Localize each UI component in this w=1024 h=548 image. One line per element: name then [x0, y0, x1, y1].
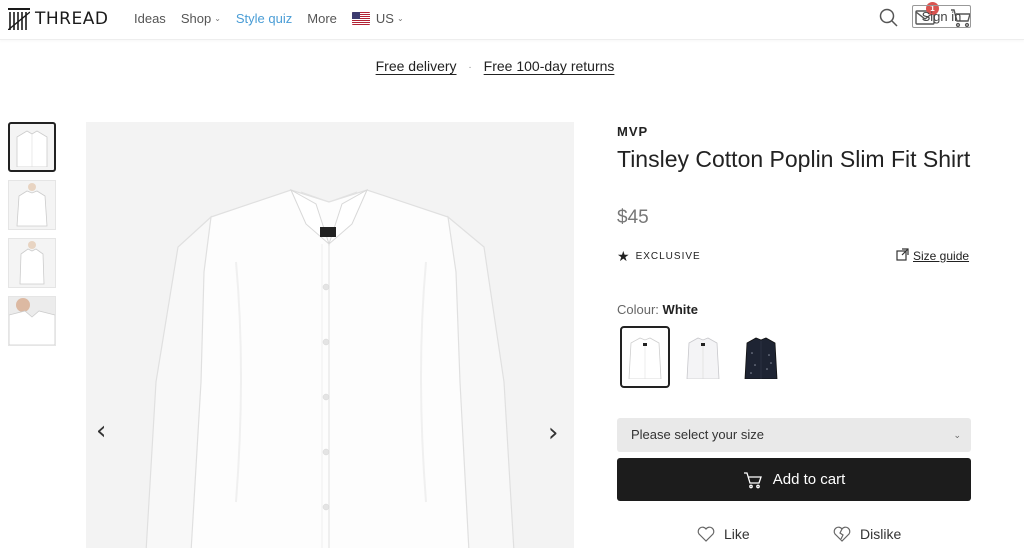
thumbnail-model-side[interactable]	[8, 238, 56, 288]
heart-icon	[697, 526, 715, 542]
dislike-label: Dislike	[860, 526, 902, 542]
chevron-right-icon[interactable]: ›	[548, 420, 558, 446]
dislike-button[interactable]: Dislike	[833, 526, 901, 542]
shirt-image	[145, 188, 515, 548]
colour-value: White	[662, 302, 698, 317]
free-returns-link[interactable]: Free 100-day returns	[484, 58, 615, 74]
search-icon[interactable]	[878, 6, 900, 28]
promo-bar: Free delivery · Free 100-day returns	[0, 58, 990, 74]
colour-swatches	[620, 326, 794, 388]
product-price: $45	[617, 207, 649, 228]
like-button[interactable]: Like	[697, 526, 750, 542]
swatch-light-grey[interactable]	[678, 326, 728, 388]
logo[interactable]: THREAD	[7, 8, 109, 31]
broken-heart-icon	[833, 526, 851, 542]
promo-separator: ·	[468, 61, 472, 73]
size-select-placeholder: Please select your size	[631, 427, 764, 442]
size-guide-link[interactable]: Size guide	[896, 248, 969, 264]
product-brand[interactable]: MVP	[617, 124, 648, 139]
add-to-cart-button[interactable]: Add to cart	[617, 458, 971, 501]
colour-label: Colour: White	[617, 302, 698, 317]
image-thumbnails	[8, 122, 56, 354]
logo-text: THREAD	[35, 9, 109, 29]
main-product-image: ‹ ›	[86, 122, 574, 548]
swatch-white[interactable]	[620, 326, 670, 388]
free-delivery-link[interactable]: Free delivery	[376, 58, 457, 74]
site-header: THREAD Ideas Shop ⌄ Style quiz More US ⌄…	[0, 0, 1024, 40]
nav-shop[interactable]: Shop ⌄	[181, 11, 221, 26]
us-flag-icon	[351, 12, 370, 25]
external-link-icon	[896, 248, 909, 264]
region-selector[interactable]: US ⌄	[351, 11, 404, 26]
chevron-down-icon: ⌄	[214, 14, 221, 23]
chevron-left-icon[interactable]: ‹	[96, 418, 106, 444]
size-guide-label: Size guide	[913, 249, 970, 263]
thumbnail-front[interactable]	[8, 122, 56, 172]
product-title: Tinsley Cotton Poplin Slim Fit Shirt	[617, 146, 971, 172]
chevron-down-icon: ⌄	[953, 430, 961, 440]
size-select[interactable]: Please select your size ⌄	[617, 418, 971, 452]
nav-more[interactable]: More	[307, 11, 337, 26]
thread-logo-icon	[7, 8, 31, 31]
colour-label-text: Colour:	[617, 302, 659, 317]
region-label: US	[375, 11, 394, 26]
star-icon: ★	[617, 248, 631, 264]
like-label: Like	[724, 526, 750, 542]
exclusive-tag: ★ EXCLUSIVE	[617, 248, 701, 265]
nav-style-quiz[interactable]: Style quiz	[236, 11, 292, 26]
chevron-down-icon: ⌄	[396, 14, 404, 23]
cart-icon	[743, 471, 763, 489]
thumbnail-detail[interactable]	[8, 296, 56, 346]
nav-ideas[interactable]: Ideas	[134, 11, 166, 26]
nav-shop-label: Shop	[180, 11, 212, 26]
exclusive-label: EXCLUSIVE	[635, 251, 701, 262]
add-to-cart-label: Add to cart	[772, 471, 846, 488]
main-nav: Ideas Shop ⌄ Style quiz More US ⌄	[134, 11, 419, 26]
swatch-navy-print[interactable]	[736, 326, 786, 388]
thumbnail-model-front[interactable]	[8, 180, 56, 230]
sign-in-button[interactable]: Sign in	[912, 5, 971, 28]
